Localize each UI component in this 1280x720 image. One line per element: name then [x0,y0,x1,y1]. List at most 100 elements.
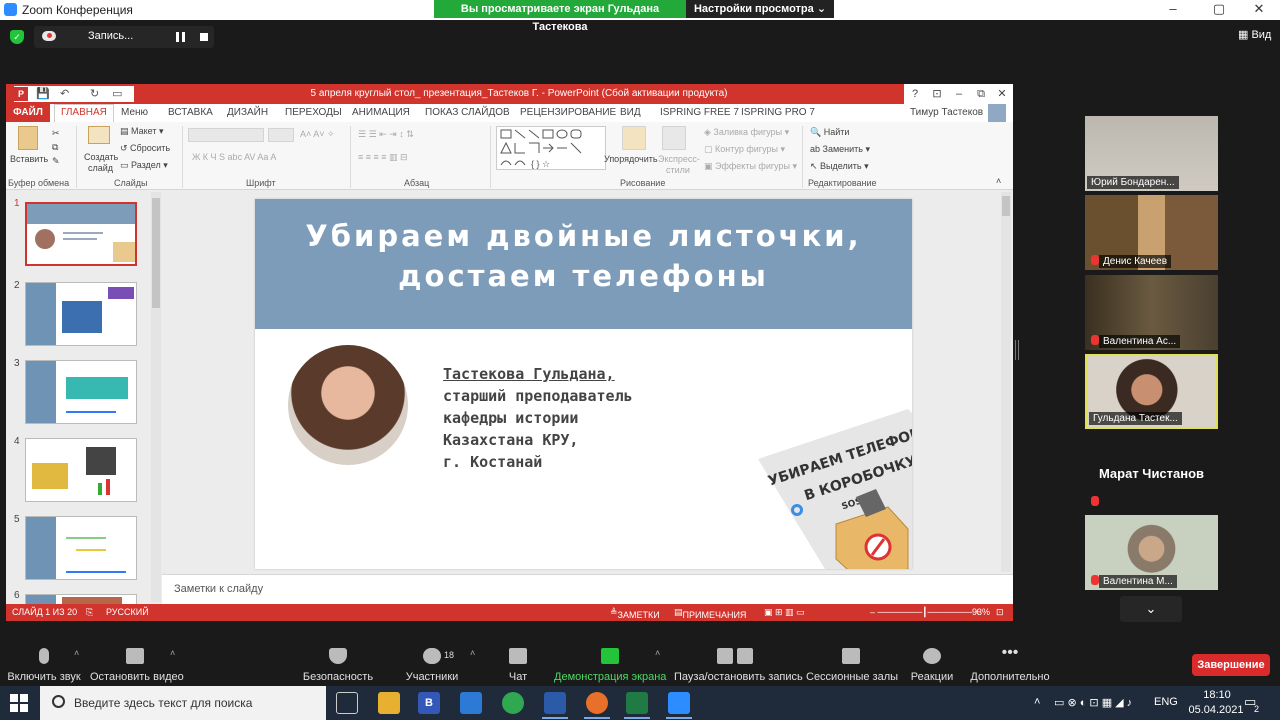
tab-slideshow[interactable]: ПОКАЗ СЛАЙДОВ [425,107,510,118]
find-button[interactable]: 🔍 Найти [810,127,849,138]
redo-icon[interactable]: ↻ [90,87,99,100]
pause-stop-recording-button[interactable]: Пауза/остановить запись [674,640,803,686]
tab-ispring-pro[interactable]: ISPRING PRO 7 [741,107,815,118]
slide-thumbnail-1[interactable] [25,202,137,266]
firefox-icon[interactable] [586,692,608,714]
language-indicator[interactable]: ENG [1154,696,1178,708]
encryption-shield-icon[interactable]: ✓ [10,30,24,44]
thumbnails-scrollbar[interactable] [151,192,161,602]
chevron-up-icon[interactable]: ˄ [170,648,175,658]
copy-icon[interactable]: ⧉ [52,142,58,153]
stop-video-button[interactable]: Остановить видео ˄ [90,640,184,686]
view-settings-button[interactable]: Настройки просмотра ⌄ [686,0,834,18]
quick-styles-button-line2[interactable]: стили [666,165,690,175]
ppt-minimize-icon[interactable]: – [948,84,970,104]
collapse-ribbon-icon[interactable]: ˄ [996,176,1001,186]
undo-icon[interactable]: ↶ [60,87,69,100]
more-button[interactable]: ••• Дополнительно [968,640,1052,686]
tab-review[interactable]: РЕЦЕНЗИРОВАНИЕ [520,107,616,118]
slide-thumbnail-2[interactable] [25,282,137,346]
tab-ispring-free[interactable]: ISPRING FREE 7 [660,107,739,118]
tab-menu[interactable]: Меню [121,107,148,118]
chevron-down-icon[interactable]: ⌄ [1120,596,1182,622]
quick-styles-icon[interactable] [662,126,686,150]
splitter-handle[interactable] [1015,340,1019,360]
clock-date[interactable]: 05.04.2021 [1184,704,1248,716]
paste-button[interactable]: Вставить [10,154,48,164]
participant-tile-active-speaker[interactable]: Гульдана Тастек... [1085,354,1218,429]
share-screen-button[interactable]: Демонстрация экрана [554,640,666,686]
layout-button[interactable]: ▤ Макет ▾ [120,126,164,137]
close-icon[interactable]: ✕ [1244,1,1274,17]
chat-button[interactable]: Чат [496,640,540,686]
security-button[interactable]: Безопасность [300,640,376,686]
participant-tile[interactable]: Юрий Бондарен... [1085,116,1218,191]
notes-pane[interactable]: Заметки к слайду [162,574,1013,604]
ppt-restore-icon[interactable]: ⧉ [970,84,992,104]
arrange-icon[interactable] [622,126,646,150]
stop-recording-icon[interactable] [200,33,208,41]
view-mode-icons[interactable]: ▣ ⊞ ▥ ▭ [764,607,805,618]
notes-toggle[interactable]: ≜ ЗАМЕТКИ [610,607,660,620]
shape-fill-button[interactable]: ◈ Заливка фигуры ▾ [704,127,789,138]
minimize-icon[interactable]: – [1158,1,1188,16]
account-name[interactable]: Тимур Тастеков [910,107,983,118]
mail-icon[interactable] [460,692,482,714]
windows-start-icon[interactable] [10,694,28,712]
cut-icon[interactable]: ✂ [52,128,60,139]
fit-slide-icon[interactable]: ⊡ [996,607,1004,618]
tab-view[interactable]: ВИД [620,107,641,118]
arrange-button[interactable]: Упорядочить [604,154,658,164]
chevron-up-icon[interactable]: ˄ [74,648,79,658]
chevron-up-icon[interactable]: ˄ [655,648,660,658]
font-name-input[interactable] [188,128,264,142]
maximize-icon[interactable]: ▢ [1204,1,1234,17]
paste-icon[interactable] [18,126,38,150]
slide-thumbnail-4[interactable] [25,438,137,502]
taskbar-search-input[interactable]: Введите здесь текст для поиска [40,686,326,720]
unmute-button[interactable]: Включить звук ˄ [4,640,84,686]
reactions-button[interactable]: Реакции [906,640,958,686]
pause-recording-icon[interactable] [176,32,185,42]
font-format-icons[interactable]: Ж К Ч S abc AV Aa A [192,152,276,162]
replace-button[interactable]: ab Заменить ▾ [810,144,870,155]
app-b-icon[interactable]: B [418,692,440,714]
new-slide-button-line2[interactable]: слайд [88,163,113,173]
avatar[interactable] [988,104,1006,122]
new-slide-button[interactable]: Создать [84,152,118,162]
clock-time[interactable]: 18:10 [1192,689,1242,701]
new-slide-icon[interactable] [88,126,110,144]
current-slide[interactable]: Убираем двойные листочки, достаем телефо… [255,199,912,569]
participant-tile[interactable]: Валентина Ас... [1085,275,1218,350]
shape-effects-button[interactable]: ▣ Эффекты фигуры ▾ [704,161,797,172]
excel-icon[interactable] [626,692,648,714]
tray-icons[interactable]: ▭ ⊗ ◐ ⊡ ▦ ◢ ♪ [1054,696,1132,709]
zoom-level[interactable]: 93% [972,607,990,617]
save-icon[interactable]: 💾 [36,87,50,100]
tab-insert[interactable]: ВСТАВКА [168,107,213,118]
list-icons[interactable]: ☰ ☰ ⇤ ⇥ ↕ ⇅ [358,129,414,140]
breakout-rooms-button[interactable]: Сессионные залы [806,640,898,686]
comments-toggle[interactable]: ▤ ПРИМЕЧАНИЯ [674,607,746,620]
tab-animation[interactable]: АНИМАЦИЯ [352,107,410,118]
chevron-up-icon[interactable]: ˄ [470,648,475,658]
tab-file[interactable]: ФАЙЛ [6,104,50,122]
show-hidden-icons[interactable]: ˄ [1034,696,1040,708]
start-slideshow-icon[interactable]: ▭ [112,87,122,100]
grow-font-icon[interactable]: A˄ A˅ ✧ [300,129,335,140]
participant-tile[interactable]: Марат Чистанов [1085,436,1218,511]
utorrent-icon[interactable] [502,692,524,714]
participant-tile[interactable]: Валентина М... [1085,515,1218,590]
spellcheck-icon[interactable]: ⎘ [86,607,93,618]
tab-home[interactable]: ГЛАВНАЯ [54,104,114,122]
task-view-icon[interactable] [336,692,358,714]
ppt-close-icon[interactable]: ✕ [991,84,1013,104]
tab-design[interactable]: ДИЗАЙН [227,107,268,118]
align-icons[interactable]: ≡ ≡ ≡ ≡ ▥ ⊟ [358,152,408,163]
quick-styles-button[interactable]: Экспресс- [658,154,700,164]
zoom-app-icon[interactable] [668,692,690,714]
format-painter-icon[interactable]: ✎ [52,156,60,167]
word-icon[interactable] [544,692,566,714]
participant-tile[interactable]: Денис Качеев [1085,195,1218,270]
tab-transitions[interactable]: ПЕРЕХОДЫ [285,107,342,118]
